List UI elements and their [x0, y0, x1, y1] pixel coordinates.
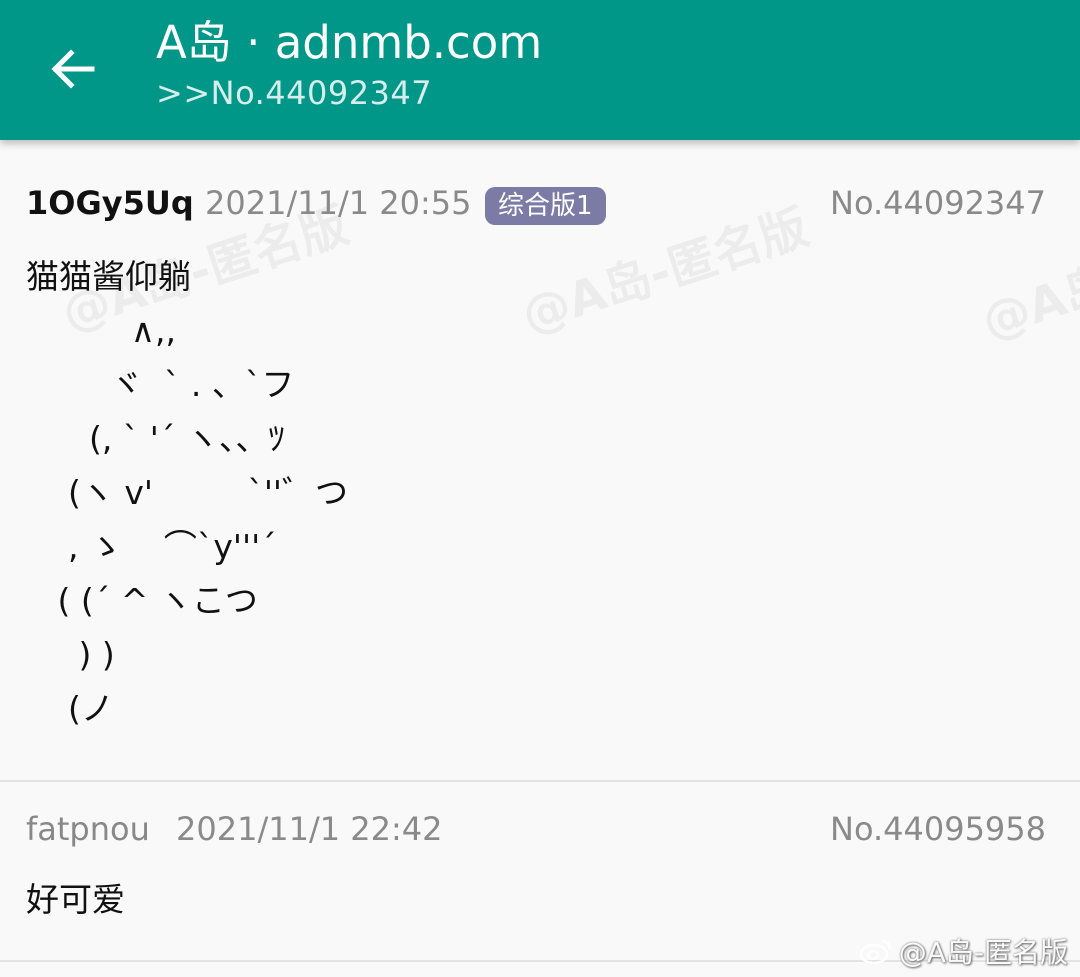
- post-content: 猫猫酱仰躺 ∧,, ヾ ` . 、`フ (, ` '´ ヽ、、ﾂ (ヽ v' `…: [26, 257, 348, 728]
- post-number[interactable]: No.44095958: [830, 810, 1046, 848]
- post-content: 好可爱: [26, 880, 125, 919]
- arrow-left-icon: [51, 49, 95, 89]
- post-time: 2021/11/1 22:42: [176, 810, 443, 848]
- weibo-watermark-text: @A岛-匿名版: [898, 936, 1068, 969]
- app-title: A岛 · adnmb.com: [156, 16, 543, 69]
- thread-reference: >>No.44092347: [156, 74, 433, 112]
- weibo-icon: [859, 939, 891, 965]
- weibo-watermark: @A岛-匿名版: [859, 931, 1068, 971]
- post-number[interactable]: No.44092347: [830, 184, 1046, 222]
- app-bar: A岛 · adnmb.com >>No.44092347: [0, 0, 1080, 140]
- post-user-id[interactable]: fatpnou: [26, 810, 150, 848]
- post-user-id[interactable]: 1OGy5Uq: [26, 184, 194, 222]
- post-time: 2021/11/1 20:55: [205, 184, 472, 222]
- back-button[interactable]: [44, 40, 102, 98]
- board-badge[interactable]: 综合版1: [485, 187, 606, 225]
